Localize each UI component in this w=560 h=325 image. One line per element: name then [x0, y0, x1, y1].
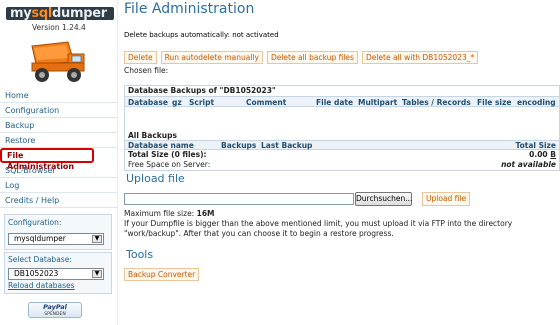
- backup-table-empty: [125, 107, 559, 131]
- config-label: Configuration:: [8, 218, 62, 227]
- free-space-label: Free Space on Server:: [128, 160, 211, 169]
- config-select-value: mysqldumper: [14, 234, 66, 243]
- run-autodelete-button[interactable]: Run autodelete manually: [160, 51, 263, 64]
- sidebar-item-log[interactable]: Log: [0, 178, 118, 193]
- database-backups-title: Database Backups of "DB1052023": [128, 86, 276, 95]
- action-buttons: Delete Run autodelete manually Delete all …: [124, 51, 482, 65]
- all-backups-title: All Backups: [128, 131, 177, 140]
- free-space-row: Free Space on Server: not available: [125, 160, 559, 170]
- sidebar-nav: Home Configuration Backup Restore File A…: [0, 88, 118, 208]
- tools-section-title: Tools: [126, 248, 154, 261]
- app-logo: mysqldumper: [6, 5, 114, 23]
- total-size-row: Total Size (0 files): 0.00 B: [125, 150, 559, 160]
- max-file-size: Maximum file size: 16M: [124, 209, 215, 218]
- column-file-size[interactable]: File size: [477, 97, 511, 108]
- dump-truck-icon: [31, 41, 85, 82]
- delete-all-with-button[interactable]: Delete all with DB1052023_*: [361, 51, 479, 64]
- reload-databases-link[interactable]: Reload databases: [8, 281, 75, 290]
- paypal-sub-label: SPENDEN: [44, 312, 66, 317]
- database-select-value: DB1052023: [14, 269, 59, 278]
- total-size-number: 0.00: [529, 150, 548, 159]
- backup-converter-button[interactable]: Backup Converter: [124, 268, 200, 281]
- column-comment[interactable]: Comment: [246, 97, 286, 108]
- chevron-down-icon: ▼: [92, 270, 102, 278]
- sidebar-item-backup[interactable]: Backup: [0, 118, 118, 133]
- sidebar-item-configuration[interactable]: Configuration: [0, 103, 118, 118]
- chevron-down-icon: ▼: [92, 235, 102, 243]
- page-title: File Administration: [124, 1, 255, 17]
- all-backups-header: Database name Backups Last Backup Total …: [125, 140, 559, 150]
- total-size-value: 0.00 B: [529, 150, 556, 160]
- sidebar-item-home[interactable]: Home: [0, 88, 118, 103]
- column-tables-records[interactable]: Tables / Records: [402, 97, 471, 108]
- upload-file-button[interactable]: Upload file: [422, 192, 471, 206]
- config-select[interactable]: mysqldumper ▼: [8, 233, 104, 245]
- autodelete-status: Delete backups automatically: not activa…: [124, 31, 279, 39]
- browse-button[interactable]: Durchsuchen...: [355, 192, 412, 206]
- upload-file-input[interactable]: [124, 193, 354, 205]
- column-encoding[interactable]: encoding: [517, 97, 556, 108]
- column-multipart[interactable]: Multipart: [358, 97, 397, 108]
- column-file-date[interactable]: File date: [316, 97, 353, 108]
- database-select[interactable]: DB1052023 ▼: [8, 268, 104, 280]
- sidebar-item-credits-help[interactable]: Credits / Help: [0, 193, 118, 208]
- app-version: Version 1.24.4: [32, 23, 86, 32]
- upload-section-title: Upload file: [126, 172, 185, 185]
- column-script[interactable]: Script: [189, 97, 214, 108]
- upload-note: If your Dumpfile is bigger than the abov…: [124, 219, 513, 238]
- max-size-value: 16M: [196, 209, 215, 218]
- delete-all-button[interactable]: Delete all backup files: [266, 51, 358, 64]
- chosen-file-label: Chosen file:: [124, 66, 169, 75]
- database-label: Select Database:: [8, 255, 72, 264]
- total-size-unit: B: [550, 150, 556, 159]
- paypal-donate-button[interactable]: PayPal SPENDEN: [28, 302, 82, 318]
- column-database[interactable]: Database: [128, 97, 168, 108]
- paypal-logo: PayPal: [43, 303, 67, 311]
- backup-table-header: Database gz Script Comment File date Mul…: [125, 96, 559, 107]
- backup-table: Database Backups of "DB1052023" Database…: [124, 85, 560, 171]
- sidebar: mysqldumper Version 1.24.4 Home Configur…: [0, 0, 118, 325]
- max-size-label: Maximum file size:: [124, 209, 195, 218]
- column-gz[interactable]: gz: [172, 97, 182, 108]
- total-size-label: Total Size (0 files):: [128, 150, 207, 159]
- main-content: File Administration Delete backups autom…: [124, 0, 560, 325]
- delete-button[interactable]: Delete: [124, 51, 157, 64]
- sidebar-item-restore[interactable]: Restore: [0, 133, 118, 148]
- free-space-value: not available: [501, 160, 556, 169]
- sidebar-item-file-administration[interactable]: File Administration: [0, 148, 94, 171]
